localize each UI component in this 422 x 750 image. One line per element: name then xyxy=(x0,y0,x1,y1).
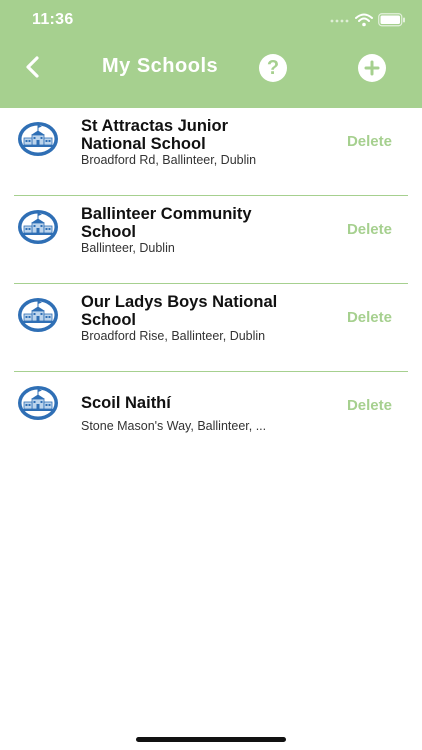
school-list: St Attractas Junior National School Broa… xyxy=(0,108,422,459)
status-time: 11:36 xyxy=(32,11,74,28)
school-building-icon xyxy=(18,386,58,420)
school-name: Our Ladys Boys National School xyxy=(81,293,278,329)
back-button[interactable] xyxy=(18,52,48,82)
school-name: Ballinteer Community School xyxy=(81,205,252,241)
cellular-signal-icon xyxy=(330,19,349,23)
help-button[interactable]: ? xyxy=(259,54,287,82)
navigation-bar: My Schools ? xyxy=(0,46,422,90)
battery-icon xyxy=(378,13,405,27)
school-building-icon xyxy=(18,210,58,244)
school-name: St Attractas Junior National School xyxy=(81,117,229,153)
question-mark-icon: ? xyxy=(266,57,280,79)
school-row[interactable]: Our Ladys Boys National School Broadford… xyxy=(14,284,408,372)
delete-button[interactable]: Delete xyxy=(347,221,392,238)
school-row[interactable]: St Attractas Junior National School Broa… xyxy=(14,108,408,196)
school-address: Stone Mason's Way, Ballinteer, ... xyxy=(81,419,267,433)
school-row[interactable]: Scoil Naithí Stone Mason's Way, Ballinte… xyxy=(14,372,408,459)
school-building-icon xyxy=(18,122,58,156)
delete-button[interactable]: Delete xyxy=(347,133,392,150)
page-title: My Schools xyxy=(102,55,219,77)
school-address: Broadford Rise, Ballinteer, Dublin xyxy=(81,329,266,343)
app-header: 11:36 My Schools ? xyxy=(0,0,422,108)
school-name: Scoil Naithí xyxy=(81,394,171,412)
delete-button[interactable]: Delete xyxy=(347,309,392,326)
chevron-left-icon xyxy=(26,56,39,78)
delete-button[interactable]: Delete xyxy=(347,397,392,414)
school-address: Ballinteer, Dublin xyxy=(81,241,175,255)
school-row[interactable]: Ballinteer Community School Ballinteer, … xyxy=(14,196,408,284)
school-address: Broadford Rd, Ballinteer, Dublin xyxy=(81,153,257,167)
wifi-icon xyxy=(355,13,373,27)
add-school-button[interactable] xyxy=(358,54,386,82)
status-bar: 11:36 xyxy=(0,0,422,40)
plus-icon xyxy=(364,60,380,76)
school-building-icon xyxy=(18,298,58,332)
home-indicator[interactable] xyxy=(136,737,286,742)
